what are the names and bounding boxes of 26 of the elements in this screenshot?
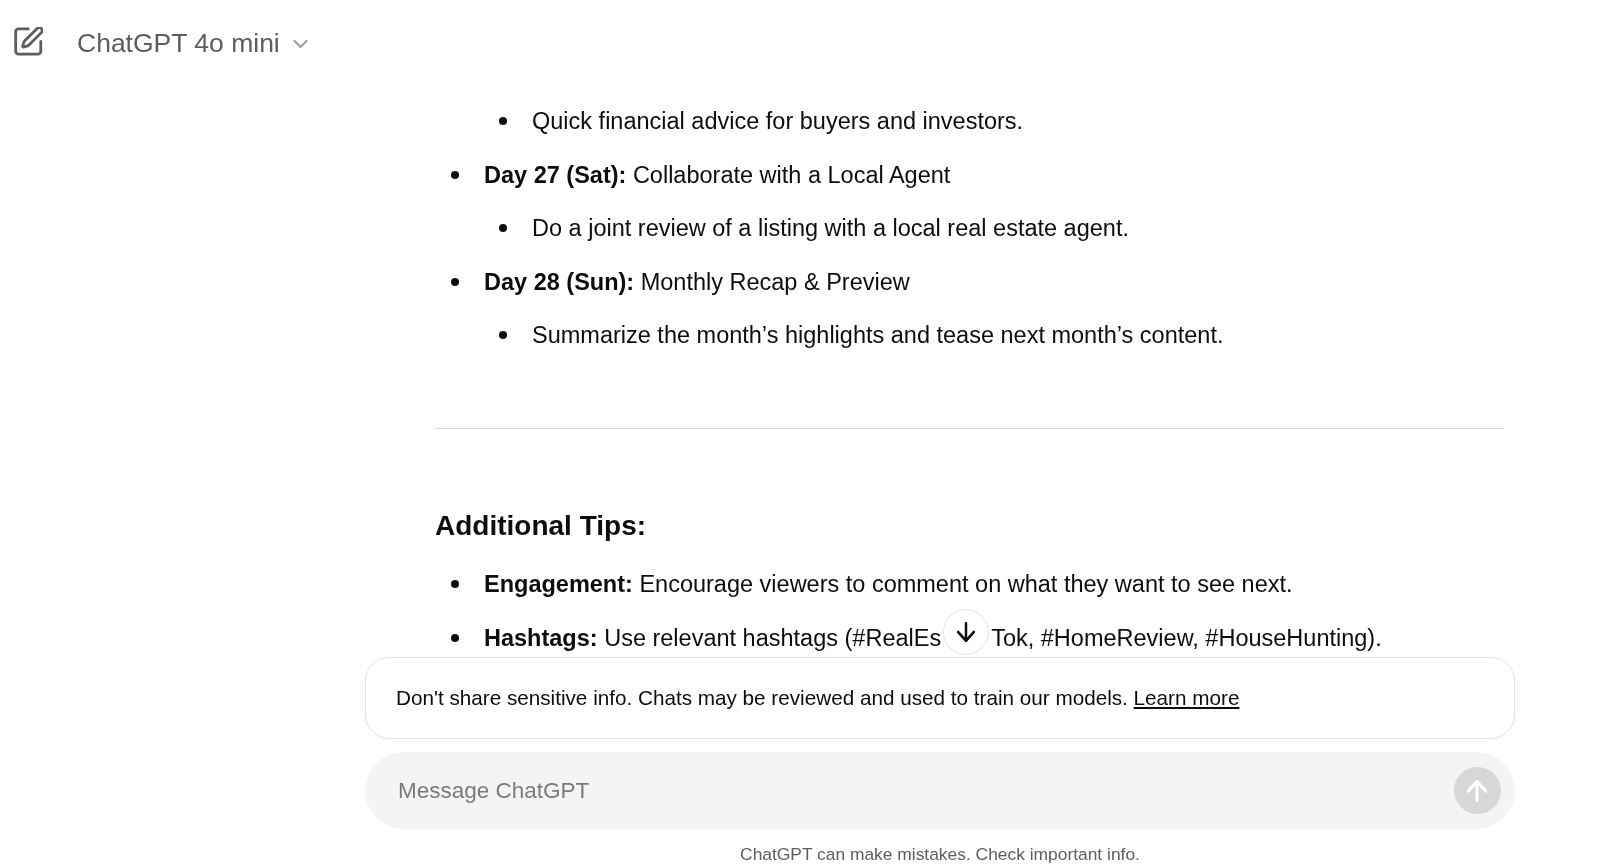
bullet-icon [499, 224, 507, 232]
list-item-text: Day 27 (Sat): Collaborate with a Local Agent [484, 160, 951, 190]
bullet-icon [499, 331, 507, 339]
model-selector[interactable]: ChatGPT 4o mini [77, 28, 308, 59]
arrow-up-icon [1467, 779, 1487, 802]
section-heading: Additional Tips: [435, 509, 647, 543]
edit-icon [14, 26, 43, 56]
disclaimer-text: ChatGPT can make mistakes. Check important info. [740, 844, 1140, 864]
bullet-icon [451, 580, 459, 588]
list-item-text: Day 28 (Sun): Monthly Recap & Preview [484, 267, 910, 297]
bullet-icon [451, 277, 459, 286]
list-item-text: Hashtags: Use relevant hashtags (#RealEs [484, 623, 942, 653]
chevron-down-icon [292, 39, 308, 48]
learn-more-link[interactable]: Learn more [1133, 686, 1240, 709]
bullet-icon [499, 117, 507, 125]
message-input[interactable]: Message ChatGPT [365, 752, 1515, 829]
list-item-text: Tok, #HomeReview, #HouseHunting). [991, 623, 1382, 653]
notice-text: Don't share sensitive info. Chats may be reviewed and used to train our models. Learn more [396, 686, 1240, 710]
bullet-icon [451, 633, 459, 642]
new-chat-button[interactable] [14, 26, 43, 56]
list-item-text: Summarize the month’s highlights and tease next month’s content. [532, 321, 1224, 350]
list-item-text: Engagement: Encourage viewers to comment on what they want to see next. [484, 570, 1293, 599]
list-item-text: Do a joint review of a listing with a local real estate agent. [532, 214, 1129, 243]
arrow-down-icon [957, 621, 976, 642]
list-item-text: Quick financial advice for buyers and investors. [532, 107, 1024, 136]
bullet-icon [451, 170, 459, 179]
